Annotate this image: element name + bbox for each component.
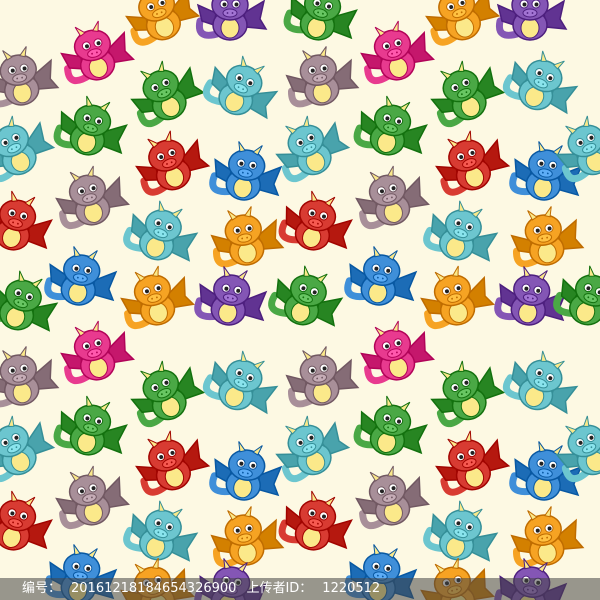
- watermark-id-label: 编号：: [22, 581, 62, 596]
- watermark-uploader-label: 上传者ID：: [246, 581, 313, 596]
- watermark-id-value: 20161218184654326900: [71, 581, 237, 596]
- watermark-bar: 编号： 20161218184654326900 上传者ID： 1220512: [0, 578, 600, 600]
- dragon-pattern: [0, 0, 600, 600]
- watermark-uploader-value: 1220512: [322, 581, 381, 596]
